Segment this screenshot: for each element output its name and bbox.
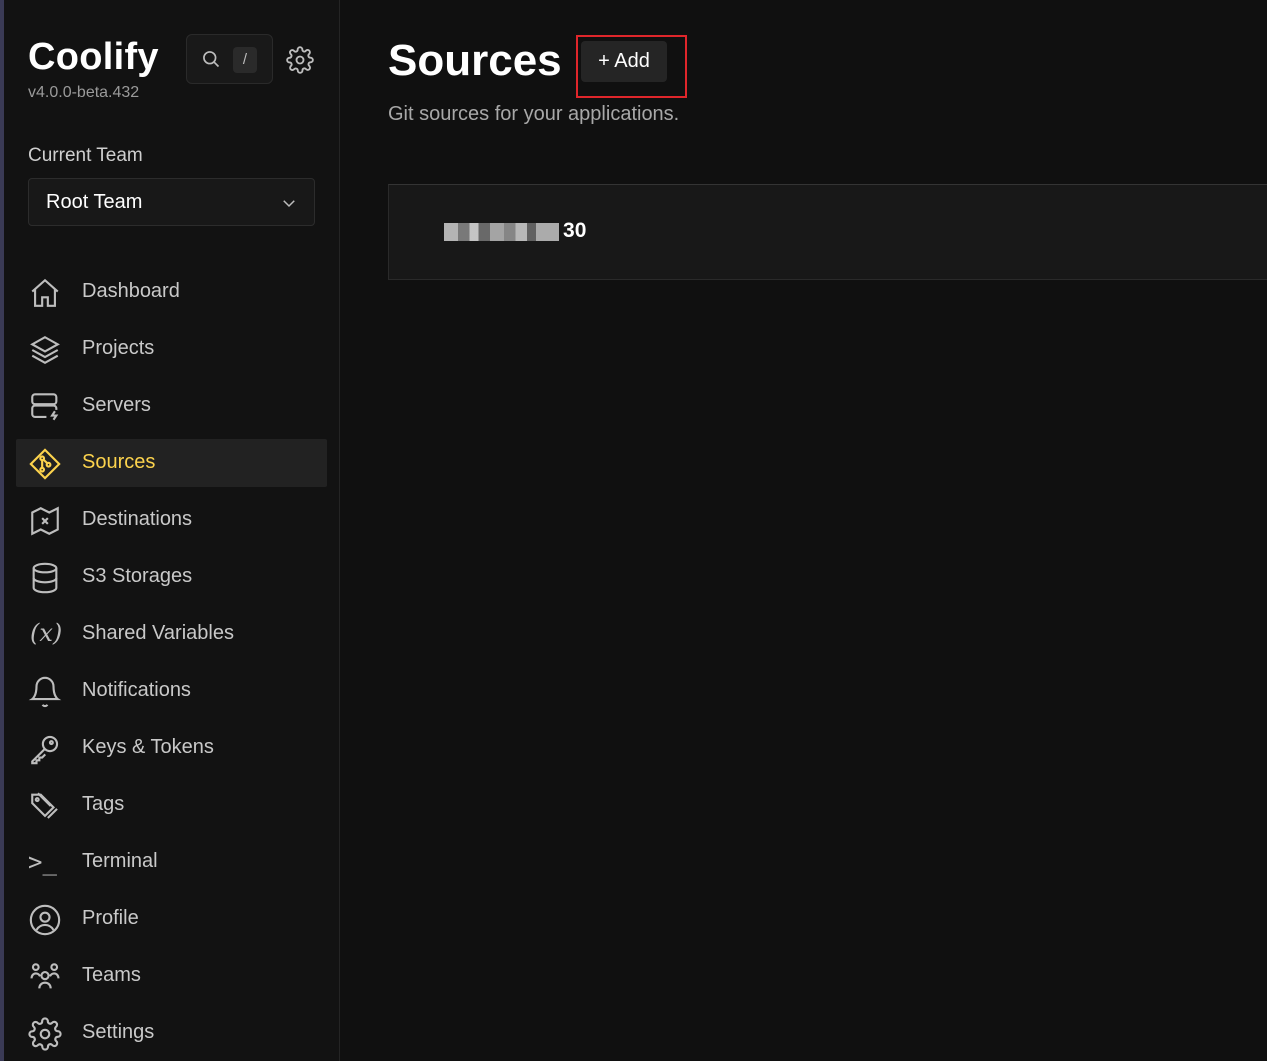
sidebar-item-label: Notifications <box>82 679 191 701</box>
app-window: Coolify v4.0.0-beta.432 / Current Team R… <box>0 0 1267 1061</box>
sidebar-item-label: Tags <box>82 793 125 815</box>
sidebar-item-label: Projects <box>82 337 155 359</box>
settings-gear-icon[interactable] <box>286 46 314 74</box>
gear-icon <box>28 1017 62 1051</box>
sidebar-item-sources[interactable]: Sources <box>16 439 327 487</box>
main-content: Sources + Add Git sources for your appli… <box>341 0 1267 1061</box>
database-icon <box>28 561 62 595</box>
sidebar-item-destinations[interactable]: Destinations <box>16 496 327 544</box>
terminal-icon: >_ <box>28 848 57 876</box>
sidebar-item-label: Teams <box>82 964 141 986</box>
sidebar-item-dashboard[interactable]: Dashboard <box>16 268 327 316</box>
sidebar: Coolify v4.0.0-beta.432 / Current Team R… <box>4 0 340 1061</box>
git-icon <box>28 447 62 481</box>
sidebar-item-profile[interactable]: Profile <box>16 895 327 943</box>
user-circle-icon <box>28 903 62 937</box>
variable-icon: (x) <box>30 619 63 647</box>
app-logo[interactable]: Coolify <box>28 36 159 79</box>
map-icon <box>28 504 62 538</box>
home-icon <box>28 276 62 310</box>
page-title: Sources <box>388 36 562 85</box>
sidebar-item-label: Sources <box>82 451 156 473</box>
sidebar-item-notifications[interactable]: Notifications <box>16 667 327 715</box>
sidebar-item-label: S3 Storages <box>82 565 193 587</box>
sidebar-item-shared-variables[interactable]: (x) Shared Variables <box>16 610 327 658</box>
layers-icon <box>28 333 62 367</box>
key-icon <box>28 732 62 766</box>
team-select-value: Root Team <box>46 191 143 213</box>
chevron-down-icon <box>280 194 298 212</box>
search-button[interactable]: / <box>186 34 273 84</box>
bell-icon <box>28 675 62 709</box>
tag-icon <box>28 789 62 823</box>
current-team-label: Current Team <box>28 145 143 166</box>
sidebar-item-label: Profile <box>82 907 139 929</box>
source-card[interactable]: ████████30 <box>388 184 1267 280</box>
users-icon <box>28 960 62 994</box>
sidebar-item-servers[interactable]: Servers <box>16 382 327 430</box>
source-name-visible: 30 <box>563 219 587 242</box>
search-shortcut-key: / <box>233 47 257 73</box>
sidebar-item-label: Keys & Tokens <box>82 736 214 758</box>
app-version: v4.0.0-beta.432 <box>28 84 140 101</box>
sidebar-item-settings[interactable]: Settings <box>16 1009 327 1057</box>
sidebar-item-label: Terminal <box>82 850 158 872</box>
page-subtitle: Git sources for your applications. <box>388 103 680 125</box>
sidebar-item-label: Destinations <box>82 508 193 530</box>
sidebar-item-terminal[interactable]: >_ Terminal <box>16 838 327 886</box>
sidebar-nav: Dashboard Projects Servers Sources Desti… <box>16 268 327 1061</box>
highlight-box <box>576 35 687 98</box>
sidebar-item-keys-tokens[interactable]: Keys & Tokens <box>16 724 327 772</box>
server-icon <box>28 390 62 424</box>
sidebar-item-s3-storages[interactable]: S3 Storages <box>16 553 327 601</box>
sidebar-item-teams[interactable]: Teams <box>16 952 327 1000</box>
sidebar-item-label: Settings <box>82 1021 155 1043</box>
sidebar-item-label: Shared Variables <box>82 622 234 644</box>
sidebar-item-projects[interactable]: Projects <box>16 325 327 373</box>
source-name-hidden: ████████ <box>444 219 563 242</box>
search-icon <box>201 49 221 69</box>
source-name: ████████30 <box>444 219 586 243</box>
team-select[interactable]: Root Team <box>28 178 315 226</box>
sidebar-item-tags[interactable]: Tags <box>16 781 327 829</box>
sidebar-item-label: Dashboard <box>82 280 180 302</box>
sidebar-item-label: Servers <box>82 394 151 416</box>
